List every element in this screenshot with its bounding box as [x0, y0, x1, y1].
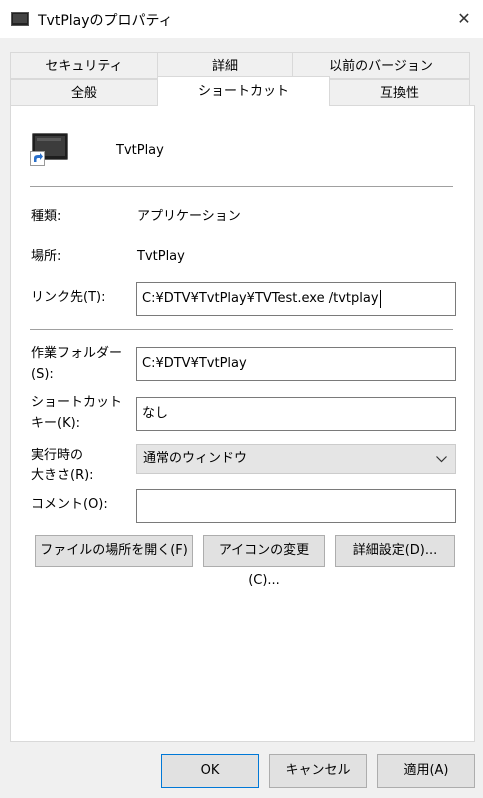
- open-file-location-button[interactable]: ファイルの場所を開く(F): [35, 535, 193, 567]
- shortcut-app-icon: [30, 133, 68, 166]
- text-caret: [379, 289, 381, 308]
- target-field-text: C:¥DTV¥TvtPlay¥TVTest.exe /tvtplay: [142, 291, 379, 306]
- comment-label: コメント(O):: [31, 497, 108, 512]
- divider: [30, 186, 453, 187]
- workdir-label-line2: (S):: [31, 367, 54, 382]
- tab-security[interactable]: セキュリティ: [10, 52, 158, 79]
- tab-compatibility[interactable]: 互換性: [329, 79, 470, 106]
- close-button[interactable]: ✕: [450, 4, 478, 34]
- location-label: 場所:: [31, 249, 62, 264]
- shortcut-name: TvtPlay: [116, 143, 164, 158]
- shortcut-key-label-line1: ショートカット: [31, 395, 123, 410]
- ok-button[interactable]: OK: [161, 754, 259, 788]
- workdir-field[interactable]: C:¥DTV¥TvtPlay: [136, 347, 456, 381]
- change-icon-button[interactable]: アイコンの変更(C)...: [203, 535, 325, 588]
- divider: [30, 329, 453, 330]
- tab-details[interactable]: 詳細: [157, 52, 293, 79]
- run-size-value: 通常のウィンドウ: [143, 451, 248, 466]
- apply-button[interactable]: 適用(A): [377, 754, 475, 788]
- comment-field[interactable]: [136, 489, 456, 523]
- tab-general[interactable]: 全般: [10, 79, 158, 106]
- target-field[interactable]: C:¥DTV¥TvtPlay¥TVTest.exe /tvtplay: [136, 282, 456, 316]
- workdir-label-line1: 作業フォルダー: [31, 346, 123, 361]
- title-bar: TvtPlayのプロパティ ✕: [0, 0, 483, 38]
- target-label: リンク先(T):: [31, 290, 106, 305]
- chevron-down-icon: [436, 456, 447, 463]
- run-label-line2: 大きさ(R):: [31, 468, 94, 483]
- tab-shortcut[interactable]: ショートカット: [157, 76, 330, 106]
- type-label: 種類:: [31, 209, 62, 224]
- type-value: アプリケーション: [137, 209, 241, 224]
- window-title: TvtPlayのプロパティ: [38, 13, 173, 29]
- run-size-select[interactable]: 通常のウィンドウ: [136, 444, 456, 474]
- app-window-icon: [11, 12, 29, 26]
- tab-previous-versions[interactable]: 以前のバージョン: [292, 52, 470, 79]
- advanced-settings-button[interactable]: 詳細設定(D)...: [335, 535, 455, 567]
- run-label-line1: 実行時の: [31, 448, 84, 463]
- shortcut-key-field[interactable]: なし: [136, 397, 456, 431]
- location-value: TvtPlay: [137, 249, 185, 264]
- close-icon: ✕: [457, 9, 471, 28]
- cancel-button[interactable]: キャンセル: [269, 754, 367, 788]
- shortcut-key-label-line2: キー(K):: [31, 416, 81, 431]
